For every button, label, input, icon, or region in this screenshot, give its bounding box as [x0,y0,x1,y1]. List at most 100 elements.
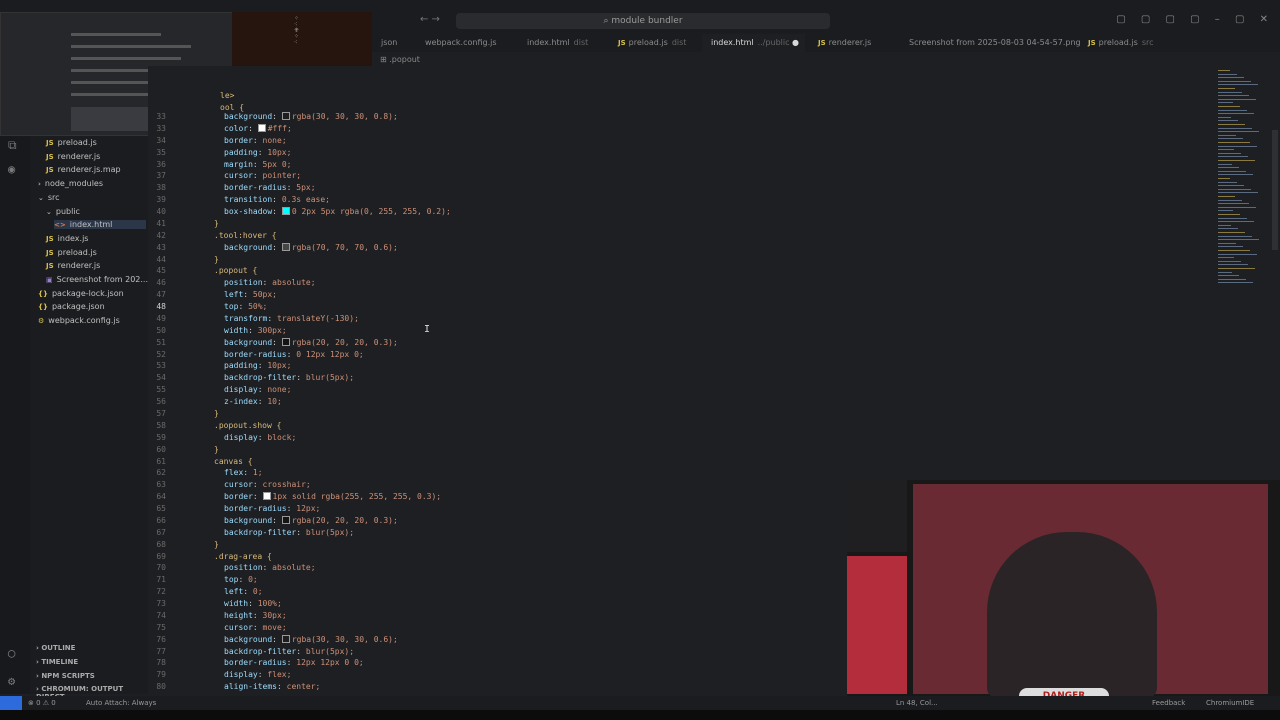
tab-0[interactable]: json [372,34,407,52]
code-line[interactable]: 45 .popout { [148,265,1212,277]
code-line[interactable]: 33 color: #fff; [148,123,1212,135]
unsaved-dot-icon[interactable]: ● [790,38,799,47]
code-line[interactable]: 50 width: 300px; [148,325,1212,337]
code-content: } [214,254,219,266]
gear-icon[interactable]: ⚙ [8,674,22,688]
explorer-item[interactable]: {} package-lock.json [38,289,146,298]
code-line[interactable]: 43 background: rgba(70, 70, 70, 0.6); [148,242,1212,254]
code-line[interactable]: 54 backdrop-filter: blur(5px); [148,372,1212,384]
css-value: rgba(20, 20, 20, 0.3); [291,337,398,347]
feedback-button[interactable]: Feedback [1152,696,1185,710]
code-line[interactable]: 37 cursor: pointer; [148,170,1212,182]
auto-attach-status[interactable]: Auto Attach: Always [86,696,156,710]
code-line[interactable]: 40 box-shadow: 0 2px 5px rgba(0, 255, 255… [148,206,1212,218]
code-content: border: 1px solid rgba(255, 255, 255, 0.… [224,491,441,503]
code-line[interactable]: 60} [148,444,1212,456]
code-line[interactable]: 39 transition: 0.3s ease; [148,194,1212,206]
explorer-item[interactable]: JS preload.js [46,248,146,257]
remote-indicator[interactable] [0,696,22,710]
minimap-line [1218,178,1230,179]
code-line[interactable]: 52 border-radius: 0 12px 12px 0; [148,349,1212,361]
explorer-item[interactable]: ⚙ webpack.config.js [38,316,146,325]
explorer-item[interactable]: <> index.html [54,220,146,230]
extensions-icon[interactable]: ⧉ [8,138,22,152]
code-line[interactable]: 62 flex: 1; [148,467,1212,479]
code-line[interactable]: 36 margin: 5px 0; [148,159,1212,171]
tab-7[interactable]: JS preload.js src [1082,34,1160,52]
code-line[interactable]: 49 transform: translateY(-130); [148,313,1212,325]
explorer-item[interactable]: JS renderer.js [46,152,146,161]
account-icon[interactable]: ◯ [8,646,22,660]
line-number: 71 [156,575,166,585]
minimap-line [1218,142,1250,143]
colon: : [257,670,268,680]
cursor-position[interactable]: Ln 48, Col... [896,696,938,710]
explorer-item[interactable]: JS preload.js [46,138,146,147]
code-line[interactable]: 35 padding: 10px; [148,147,1212,159]
color-swatch-icon[interactable] [281,207,290,216]
css-value: move; [262,622,287,632]
explorer-item[interactable]: › node_modules [38,179,146,188]
color-swatch-icon[interactable] [281,337,290,346]
color-swatch-icon[interactable] [281,634,290,643]
tab-2[interactable]: index.html dist [518,34,594,52]
nav-arrows[interactable]: ← → [420,14,440,25]
tab-5[interactable]: JS renderer.js [812,34,881,52]
explorer-item[interactable]: {} package.json [38,302,146,311]
color-swatch-icon[interactable] [281,112,290,120]
code-line[interactable]: 42 .tool:hover { [148,230,1212,242]
editor-scrollbar[interactable] [1272,130,1278,250]
color-swatch-icon[interactable] [281,515,290,524]
tab-4[interactable]: index.html ../public ● [702,34,806,52]
code-line[interactable]: 44} [148,254,1212,266]
window-controls[interactable]: ▢ ▢ ▢ ▢ – ▢ ✕ [1116,14,1274,25]
minimap[interactable] [1212,66,1272,366]
explorer-item[interactable]: JS renderer.js [46,261,146,270]
css-value: blur(5px); [305,373,355,383]
explorer-item[interactable]: ⌄ src [38,193,146,202]
code-line[interactable]: 46 position: absolute; [148,277,1212,289]
css-property: background [224,112,273,121]
css-selector: .tool:hover { [214,230,277,240]
code-line[interactable]: 38 border-radius: 5px; [148,182,1212,194]
code-line[interactable]: 48 top: 50%; [148,301,1212,313]
code-line[interactable]: 34 border: none; [148,135,1212,147]
code-line[interactable]: 57} [148,408,1212,420]
color-swatch-icon[interactable] [262,492,271,501]
tab-3[interactable]: JS preload.js dist [612,34,692,52]
code-line[interactable]: 58 .popout.show { [148,420,1212,432]
code-line[interactable]: 53 padding: 10px; [148,360,1212,372]
code-line[interactable]: 47 left: 50px; [148,289,1212,301]
breadcrumb-item: .popout [389,55,420,64]
folder-file-icon: ⌄ [38,193,44,202]
explorer-item[interactable]: JS renderer.js.map [46,165,146,174]
code-line[interactable]: 41} [148,218,1212,230]
css-property: box-shadow [224,207,273,217]
explorer-item[interactable]: ▣ Screenshot from 202... [46,275,148,284]
color-swatch-icon[interactable] [281,242,290,251]
tab-hint: ../public [757,38,790,47]
tab-6[interactable]: Screenshot from 2025-08-03 04-54-57.png [900,34,1091,52]
panel-header[interactable]: › OUTLINE [36,644,75,652]
code-line[interactable]: le> [148,90,1212,102]
minimap-line [1218,275,1239,277]
problems-count[interactable]: ⊗ 0 ⚠ 0 [28,696,56,710]
code-line[interactable]: 61 canvas { [148,456,1212,468]
code-line[interactable]: 51 background: rgba(20, 20, 20, 0.3); [148,337,1212,349]
chromium-ide-status[interactable]: ChromiumIDE [1206,696,1254,710]
command-center-search[interactable]: ⌕ module bundler [456,13,830,29]
panel-header[interactable]: › NPM SCRIPTS [36,672,95,680]
code-content: cursor: move; [224,622,287,634]
explorer-item[interactable]: JS index.js [46,234,146,243]
code-line[interactable]: 33 background: rgba(30, 30, 30, 0.8); [148,111,1212,123]
code-line[interactable]: 56 z-index: 10; [148,396,1212,408]
panel-header[interactable]: › TIMELINE [36,658,78,666]
tab-1[interactable]: webpack.config.js [416,34,507,52]
breadcrumb[interactable]: ⊞ .popout [380,55,420,64]
code-line[interactable]: 59 display: block; [148,432,1212,444]
code-line[interactable]: 55 display: none; [148,384,1212,396]
remote-icon[interactable]: ◉ [8,162,22,176]
explorer-item-label: public [55,206,80,216]
explorer-item[interactable]: ⌄ public [46,207,146,216]
color-swatch-icon[interactable] [257,123,266,132]
